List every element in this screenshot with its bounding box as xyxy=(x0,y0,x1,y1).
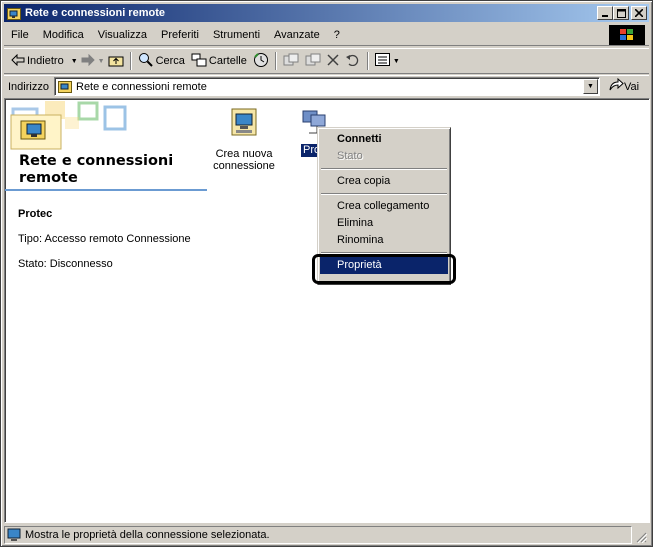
go-label: Vai xyxy=(624,80,640,93)
menu-preferiti[interactable]: Preferiti xyxy=(154,26,206,44)
status-panel: Mostra le proprietà della connessione se… xyxy=(4,526,632,544)
network-folder-icon xyxy=(6,5,22,21)
forward-arrow-icon xyxy=(81,53,95,69)
explorer-window: Rete e connessioni remote File Modifica … xyxy=(0,0,653,547)
forward-dropdown-icon[interactable]: ▼ xyxy=(98,58,105,65)
address-dropdown-button[interactable]: ▼ xyxy=(583,79,598,94)
folders-label: Cartelle xyxy=(208,55,247,67)
computer-icon xyxy=(7,528,21,542)
menu-crea-collegamento[interactable]: Crea collegamento xyxy=(320,198,448,215)
panel-title: Rete e connessioni remote xyxy=(19,153,174,186)
views-button[interactable]: ▼ xyxy=(372,50,403,72)
maximize-button[interactable] xyxy=(613,6,629,20)
toolbar: Indietro ▼ ▼ Cerca Cartelle ▼ xyxy=(4,48,649,74)
search-label: Cerca xyxy=(155,55,185,67)
views-icon xyxy=(374,52,391,70)
back-button[interactable]: Indietro xyxy=(8,50,67,72)
delete-x-icon xyxy=(327,53,339,69)
menu-rinomina[interactable]: Rinomina xyxy=(320,232,448,249)
address-value: Rete e connessioni remote xyxy=(76,80,207,93)
history-icon xyxy=(253,52,269,71)
menu-crea-copia[interactable]: Crea copia xyxy=(320,173,448,190)
move-to-icon xyxy=(283,53,299,70)
move-to-button[interactable] xyxy=(280,50,302,72)
window-title: Rete e connessioni remote xyxy=(25,7,165,19)
delete-button[interactable] xyxy=(324,50,342,72)
up-folder-button[interactable] xyxy=(105,50,127,72)
history-button[interactable] xyxy=(250,50,272,72)
menu-separator xyxy=(321,193,447,195)
menu-modifica[interactable]: Modifica xyxy=(36,26,91,44)
toolbar-separator xyxy=(366,52,369,70)
close-button[interactable] xyxy=(631,6,647,20)
folders-icon xyxy=(191,53,207,70)
resize-grip-icon[interactable] xyxy=(635,531,648,544)
new-connection-wizard-icon xyxy=(228,108,260,142)
new-connection-label: Crea nuova connessione xyxy=(213,148,275,172)
search-icon xyxy=(138,52,154,71)
menu-file[interactable]: File xyxy=(4,26,36,44)
toolbar-separator xyxy=(129,52,132,70)
folders-button[interactable]: Cartelle xyxy=(188,50,250,72)
panel-divider xyxy=(5,189,207,191)
annotation-highlight-box xyxy=(312,254,456,284)
selected-connection-state: Stato: Disconnesso xyxy=(18,258,113,270)
menu-connetti[interactable]: Connetti xyxy=(320,131,448,148)
copy-to-button[interactable] xyxy=(302,50,324,72)
views-dropdown-icon: ▼ xyxy=(392,57,400,65)
status-text: Mostra le proprietà della connessione se… xyxy=(25,529,270,541)
toolbar-separator xyxy=(274,52,277,70)
go-arrow-icon xyxy=(608,77,624,95)
undo-button[interactable] xyxy=(342,50,364,72)
menu-separator xyxy=(321,168,447,170)
network-folder-icon xyxy=(58,80,72,93)
menu-stato: Stato xyxy=(337,150,363,162)
menu-help[interactable]: ? xyxy=(327,26,347,44)
selected-connection-name: Protec xyxy=(18,208,53,220)
status-bar: Mostra le proprietà della connessione se… xyxy=(4,525,649,545)
forward-button[interactable] xyxy=(78,50,98,72)
title-bar[interactable]: Rete e connessioni remote xyxy=(4,4,649,22)
address-label: Indirizzo xyxy=(8,80,49,93)
up-folder-icon xyxy=(108,53,124,70)
copy-to-icon xyxy=(305,53,321,70)
search-button[interactable]: Cerca xyxy=(135,50,188,72)
address-field[interactable]: Rete e connessioni remote ▼ xyxy=(54,77,600,96)
web-view-panel: Rete e connessioni remote Protec Tipo: A… xyxy=(5,99,210,522)
undo-icon xyxy=(345,54,361,69)
back-label: Indietro xyxy=(27,55,64,67)
minimize-button[interactable] xyxy=(597,6,613,20)
new-connection-item[interactable]: Crea nuova connessione xyxy=(210,107,278,172)
menu-bar: File Modifica Visualizza Preferiti Strum… xyxy=(4,24,649,46)
go-button[interactable]: Vai xyxy=(608,77,640,95)
menu-strumenti[interactable]: Strumenti xyxy=(206,26,267,44)
menu-visualizza[interactable]: Visualizza xyxy=(91,26,154,44)
menu-avanzate[interactable]: Avanzate xyxy=(267,26,327,44)
windows-logo-icon xyxy=(609,25,645,45)
address-bar: Indirizzo Rete e connessioni remote ▼ Va… xyxy=(4,75,649,97)
back-arrow-icon xyxy=(11,53,25,69)
menu-elimina[interactable]: Elimina xyxy=(320,215,448,232)
selected-connection-type: Tipo: Accesso remoto Connessione xyxy=(18,233,191,245)
back-dropdown-icon[interactable]: ▼ xyxy=(71,58,78,65)
